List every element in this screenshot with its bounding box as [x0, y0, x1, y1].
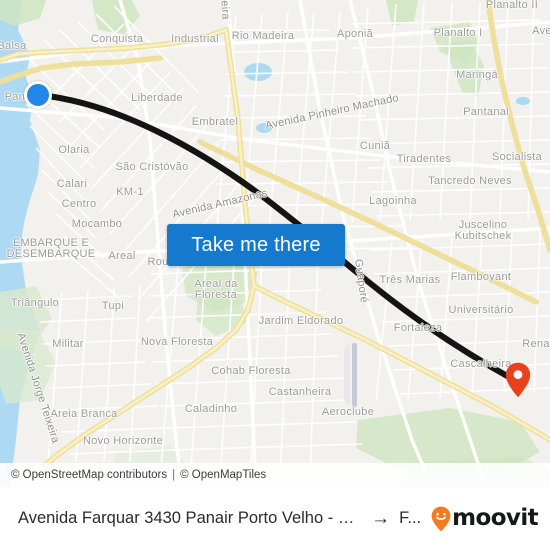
trip-summary: Avenida Farquar 3430 Panair Porto Velho …	[18, 509, 421, 528]
map-canvas[interactable]: Balsa Conquista Industrial Rio Madeira Aponi…	[0, 0, 550, 487]
attribution-separator: |	[172, 469, 176, 481]
trip-origin-label: Avenida Farquar 3430 Panair Porto Velho …	[18, 509, 363, 527]
trip-footer-bar: Avenida Farquar 3430 Panair Porto Velho …	[0, 487, 550, 550]
map-attribution: © OpenStreetMap contributors | © OpenMap…	[0, 463, 550, 487]
moovit-map-screenshot: Balsa Conquista Industrial Rio Madeira Aponi…	[0, 0, 550, 550]
attribution-tiles[interactable]: © OpenMapTiles	[180, 469, 266, 481]
origin-marker-icon[interactable]	[24, 81, 52, 109]
destination-pin-icon[interactable]	[505, 362, 531, 398]
attribution-osm[interactable]: © OpenStreetMap contributors	[11, 469, 167, 481]
take-me-there-button[interactable]: Take me there	[167, 224, 345, 266]
moovit-pin-icon	[431, 506, 451, 531]
moovit-logo[interactable]: moovit	[431, 505, 539, 532]
arrow-right-icon: →	[371, 509, 391, 528]
trip-destination-label: F...	[399, 509, 422, 527]
moovit-wordmark: moovit	[452, 505, 538, 531]
